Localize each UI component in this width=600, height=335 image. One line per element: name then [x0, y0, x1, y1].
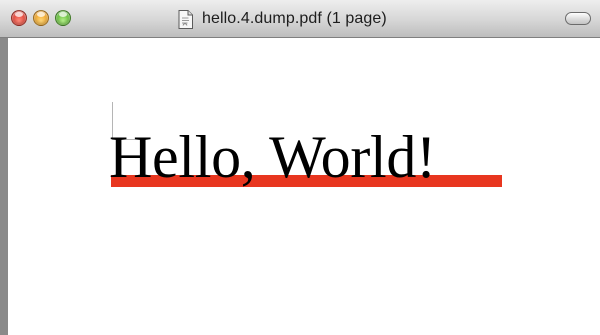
pdf-page: Hello, World! [8, 38, 600, 335]
window-title: hello.4.dump.pdf (1 page) [202, 10, 387, 27]
document-view[interactable]: Hello, World! [8, 38, 600, 335]
document-text: Hello, World! [109, 124, 436, 190]
pdf-document-icon[interactable] [178, 9, 193, 29]
title-bar[interactable]: hello.4.dump.pdf (1 page) [0, 0, 600, 38]
minimize-button[interactable] [33, 10, 49, 26]
zoom-button[interactable] [55, 10, 71, 26]
toolbar-toggle-button[interactable] [565, 12, 591, 25]
window-title-group: hello.4.dump.pdf (1 page) [178, 7, 387, 31]
preview-window: hello.4.dump.pdf (1 page) Hello, World! [0, 0, 600, 335]
close-button[interactable] [11, 10, 27, 26]
